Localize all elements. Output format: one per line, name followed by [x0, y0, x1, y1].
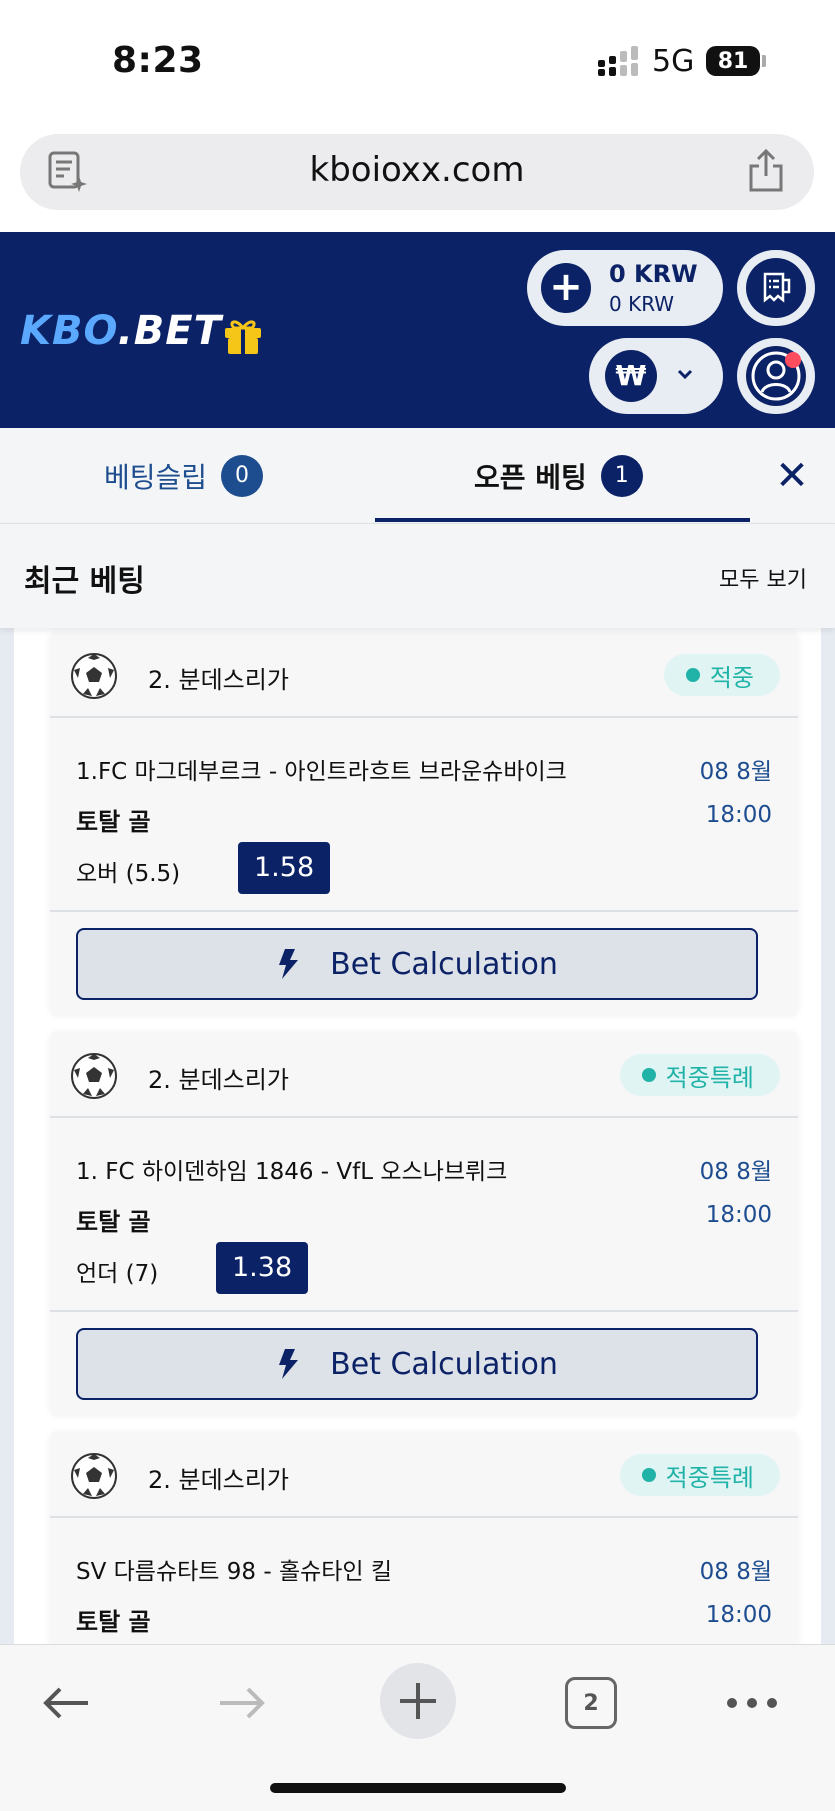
- market-name: 토탈 골: [76, 808, 151, 836]
- match-time: 18:00: [705, 1202, 772, 1228]
- bet-list[interactable]: 2. 분데스리가 적중 1.FC 마그데부르크 - 아인트라흐트 브라운슈바이크…: [0, 628, 835, 1644]
- battery-tip: [762, 55, 766, 67]
- bet-calculation-label: Bet Calculation: [330, 1346, 558, 1382]
- clock: 8:23: [112, 40, 204, 81]
- bet-receipt-button[interactable]: [737, 250, 815, 326]
- status-dot: [641, 1468, 656, 1482]
- forward-button[interactable]: [214, 1673, 270, 1733]
- league-name: 2. 분데스리가: [148, 1066, 289, 1094]
- gift-icon[interactable]: [222, 316, 264, 356]
- logo-kbo: KBO: [20, 308, 118, 354]
- league-name: 2. 분데스리가: [148, 666, 289, 694]
- status-text: 적중: [709, 663, 754, 692]
- match-date: 08 8월: [699, 759, 772, 785]
- share-icon[interactable]: [746, 148, 786, 194]
- plus-icon: [400, 1683, 436, 1719]
- selection: 언더 (7): [76, 1261, 159, 1287]
- logo-bet: .BET: [117, 308, 222, 354]
- status-text: 적중특례: [665, 1063, 754, 1092]
- deposit-plus-icon[interactable]: +: [541, 263, 591, 313]
- match-date: 08 8월: [699, 1559, 772, 1585]
- notification-dot: [785, 352, 801, 368]
- won-currency-icon: ₩: [605, 350, 657, 402]
- bet-card-header: 2. 분데스리가 적중특례: [50, 1032, 798, 1118]
- status-badge: 적중: [663, 654, 780, 696]
- card-divider: [50, 1310, 798, 1312]
- bet-calculation-button[interactable]: Bet Calculation: [76, 1328, 758, 1400]
- currency-selector[interactable]: ₩: [589, 338, 723, 414]
- arrow-left-icon: [43, 1687, 88, 1719]
- tab-betslip-count: 0: [221, 455, 264, 497]
- tab-open-bets-count: 1: [600, 455, 643, 497]
- battery-icon: 81: [706, 46, 760, 76]
- match-name: 1. FC 하이덴하임 1846 - VfL 오스나브뤼크: [76, 1159, 508, 1185]
- bet-calculation-button[interactable]: Bet Calculation: [76, 928, 758, 1000]
- balance-main: 0 KRW: [609, 260, 698, 288]
- soccer-ball-icon: [71, 653, 117, 699]
- recent-bets-header: 최근 베팅 모두 보기: [0, 524, 835, 628]
- cellular-signal-icon: [598, 46, 638, 76]
- match-name: 1.FC 마그데부르크 - 아인트라흐트 브라운슈바이크: [76, 759, 567, 785]
- site-logo[interactable]: KBO.BET: [20, 308, 222, 354]
- arrow-right-icon: [220, 1687, 265, 1719]
- see-all-link[interactable]: 모두 보기: [719, 562, 807, 594]
- user-avatar-icon: [746, 346, 806, 406]
- more-dots-icon: [727, 1698, 777, 1708]
- selection: 오버 (5.5): [76, 861, 181, 887]
- new-tab-button[interactable]: [380, 1663, 456, 1739]
- bet-card: 2. 분데스리가 적중특례 SV 다름슈타트 98 - 홀슈타인 킬 08 8월…: [50, 1432, 798, 1644]
- status-dot: [641, 1068, 656, 1082]
- status-dot: [685, 668, 700, 682]
- active-tab-indicator: [375, 518, 750, 522]
- url-text[interactable]: kboioxx.com: [20, 150, 814, 190]
- back-button[interactable]: [38, 1673, 94, 1733]
- network-type: 5G: [652, 44, 695, 79]
- close-icon[interactable]: ✕: [774, 454, 810, 498]
- status-badge: 적중특례: [619, 1054, 780, 1096]
- match-time: 18:00: [705, 1602, 772, 1628]
- chevron-down-icon: [677, 369, 693, 380]
- tab-betslip[interactable]: 베팅슬립 0: [104, 428, 264, 524]
- soccer-ball-icon: [71, 1453, 117, 1499]
- bet-card: 2. 분데스리가 적중특례 1. FC 하이덴하임 1846 - VfL 오스나…: [50, 1032, 798, 1416]
- match-name: SV 다름슈타트 98 - 홀슈타인 킬: [76, 1559, 393, 1585]
- odds-badge: 1.38: [216, 1242, 309, 1294]
- browser-toolbar: 2: [0, 1644, 835, 1811]
- tab-open-bets[interactable]: 오픈 베팅 1: [474, 428, 643, 524]
- bet-calculation-label: Bet Calculation: [330, 946, 558, 982]
- odds-badge: 1.58: [238, 842, 331, 894]
- tab-betslip-label: 베팅슬립: [104, 461, 208, 494]
- betslip-tabs: 베팅슬립 0 오픈 베팅 1 ✕: [0, 428, 835, 524]
- market-name: 토탈 골: [76, 1208, 151, 1236]
- bet-card: 2. 분데스리가 적중 1.FC 마그데부르크 - 아인트라흐트 브라운슈바이크…: [50, 632, 798, 1016]
- recent-bets-title: 최근 베팅: [24, 564, 145, 599]
- status-bar: 8:23 5G 81: [0, 0, 835, 120]
- bet-card-header: 2. 분데스리가 적중특례: [50, 1432, 798, 1518]
- tab-switcher-button[interactable]: 2: [565, 1677, 617, 1729]
- profile-button[interactable]: [737, 338, 815, 414]
- soccer-ball-icon: [71, 1053, 117, 1099]
- site-header: KBO.BET + 0 KRW 0 KRW ₩: [0, 232, 835, 428]
- home-indicator: [270, 1783, 566, 1793]
- lightning-icon: [279, 1349, 299, 1379]
- lightning-icon: [279, 949, 299, 979]
- balance-button[interactable]: + 0 KRW 0 KRW: [527, 250, 723, 326]
- tab-open-bets-label: 오픈 베팅: [474, 461, 587, 494]
- market-name: 토탈 골: [76, 1608, 151, 1636]
- status-badge: 적중특례: [619, 1454, 780, 1496]
- receipt-icon: [746, 258, 806, 318]
- card-divider: [50, 910, 798, 912]
- status-text: 적중특례: [665, 1463, 754, 1492]
- more-menu-button[interactable]: [724, 1673, 780, 1733]
- bet-list-panel: 2. 분데스리가 적중 1.FC 마그데부르크 - 아인트라흐트 브라운슈바이크…: [14, 628, 821, 1644]
- bet-card-header: 2. 분데스리가 적중: [50, 632, 798, 718]
- league-name: 2. 분데스리가: [148, 1466, 289, 1494]
- match-time: 18:00: [705, 802, 772, 828]
- balance-sub: 0 KRW: [609, 292, 675, 316]
- match-date: 08 8월: [699, 1159, 772, 1185]
- address-bar[interactable]: kboioxx.com: [20, 134, 814, 210]
